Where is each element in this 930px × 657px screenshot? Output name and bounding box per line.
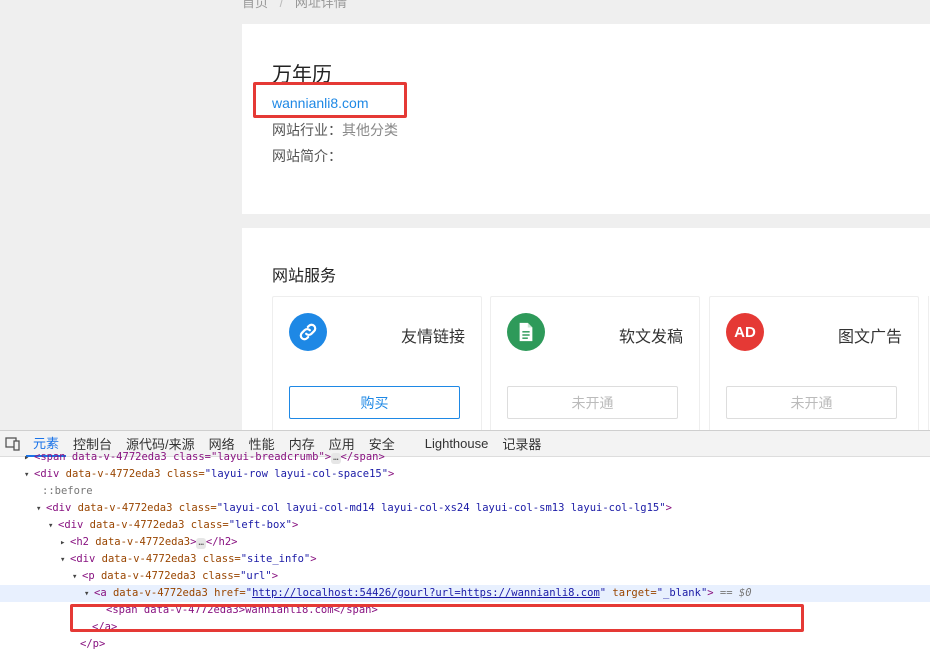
dom-node-line[interactable]: ▾ <div data-v-4772eda3 class="layui-col l… xyxy=(0,500,930,517)
collapse-arrow-icon[interactable]: ▾ xyxy=(72,569,82,585)
service-card-link: 友情链接 购买 xyxy=(272,296,482,430)
industry-value: 其他分类 xyxy=(342,122,398,138)
services-title: 网站服务 xyxy=(272,268,337,285)
service-card-ad: AD 图文广告 未开通 xyxy=(709,296,919,430)
dom-node-line[interactable]: ▾ <div data-v-4772eda3 class="layui-row l… xyxy=(0,466,930,483)
dom-node-line[interactable]: </p> xyxy=(0,636,930,653)
not-open-button[interactable]: 未开通 xyxy=(726,386,897,419)
dom-node-line[interactable]: ▾ <div data-v-4772eda3 class="left-box"> xyxy=(0,517,930,534)
service-name: 友情链接 xyxy=(400,329,465,346)
collapse-arrow-icon[interactable]: ▾ xyxy=(48,518,58,534)
collapse-arrow-icon[interactable]: ▾ xyxy=(24,467,34,483)
breadcrumb-separator: / xyxy=(279,0,284,10)
elements-tree: ▸ <span data-v-4772eda3 class="layui-brea… xyxy=(0,449,930,653)
dom-node-line[interactable]: ▸ <h2 data-v-4772eda3>… </h2> xyxy=(0,534,930,551)
buy-button[interactable]: 购买 xyxy=(289,386,460,419)
dom-node-line[interactable]: ▸ <span data-v-4772eda3 class="layui-brea… xyxy=(0,449,930,466)
dom-node-line[interactable]: ::before xyxy=(0,483,930,500)
expand-arrow-icon[interactable]: ▸ xyxy=(60,535,70,551)
service-name: 软文发稿 xyxy=(618,329,683,346)
breadcrumb-home[interactable]: 首页 xyxy=(242,0,268,10)
not-open-button[interactable]: 未开通 xyxy=(507,386,678,419)
site-intro: 网站简介： xyxy=(272,146,342,166)
breadcrumb: 首页 / 网址详情 xyxy=(242,0,347,11)
collapse-arrow-icon[interactable]: ▾ xyxy=(36,501,46,517)
industry-label: 网站行业： xyxy=(272,122,342,138)
site-info-card: 万年历 wannianli8.com 网站行业：其他分类 网站简介： xyxy=(242,24,930,214)
highlight-box xyxy=(253,82,407,118)
link-icon xyxy=(289,313,327,351)
site-services-card: 网站服务 友情链接 购买 软文发稿 未开通 AD 图文广告 未开通 xyxy=(242,228,930,430)
devtools-panel: 元素 控制台 源代码/来源 网络 性能 内存 应用 安全 Lighthouse … xyxy=(0,430,930,657)
page-content: 首页 / 网址详情 万年历 wannianli8.com 网站行业：其他分类 网… xyxy=(0,0,930,430)
ellipsis-badge[interactable]: … xyxy=(196,538,206,549)
href-link[interactable]: http://localhost:54426/gourl?url=https:/… xyxy=(252,587,600,599)
dom-node-line-selected[interactable]: ▾ <a data-v-4772eda3 href="http://localho… xyxy=(0,585,930,602)
intro-label: 网站简介： xyxy=(272,148,342,164)
breadcrumb-current: 网址详情 xyxy=(294,0,347,10)
collapse-arrow-icon[interactable]: ▾ xyxy=(60,552,70,568)
dom-node-line[interactable]: ▾ <div data-v-4772eda3 class="site_info"> xyxy=(0,551,930,568)
ellipsis-badge[interactable]: … xyxy=(331,453,341,464)
service-name: 图文广告 xyxy=(837,329,902,346)
service-card-article: 软文发稿 未开通 xyxy=(490,296,700,430)
expand-arrow-icon[interactable]: ▸ xyxy=(24,450,34,466)
document-icon xyxy=(507,313,545,351)
highlight-box xyxy=(70,604,804,632)
dom-node-line[interactable]: ▾ <p data-v-4772eda3 class="url"> xyxy=(0,568,930,585)
collapse-arrow-icon[interactable]: ▾ xyxy=(84,586,94,602)
site-industry: 网站行业：其他分类 xyxy=(272,120,398,140)
ad-icon: AD xyxy=(726,313,764,351)
